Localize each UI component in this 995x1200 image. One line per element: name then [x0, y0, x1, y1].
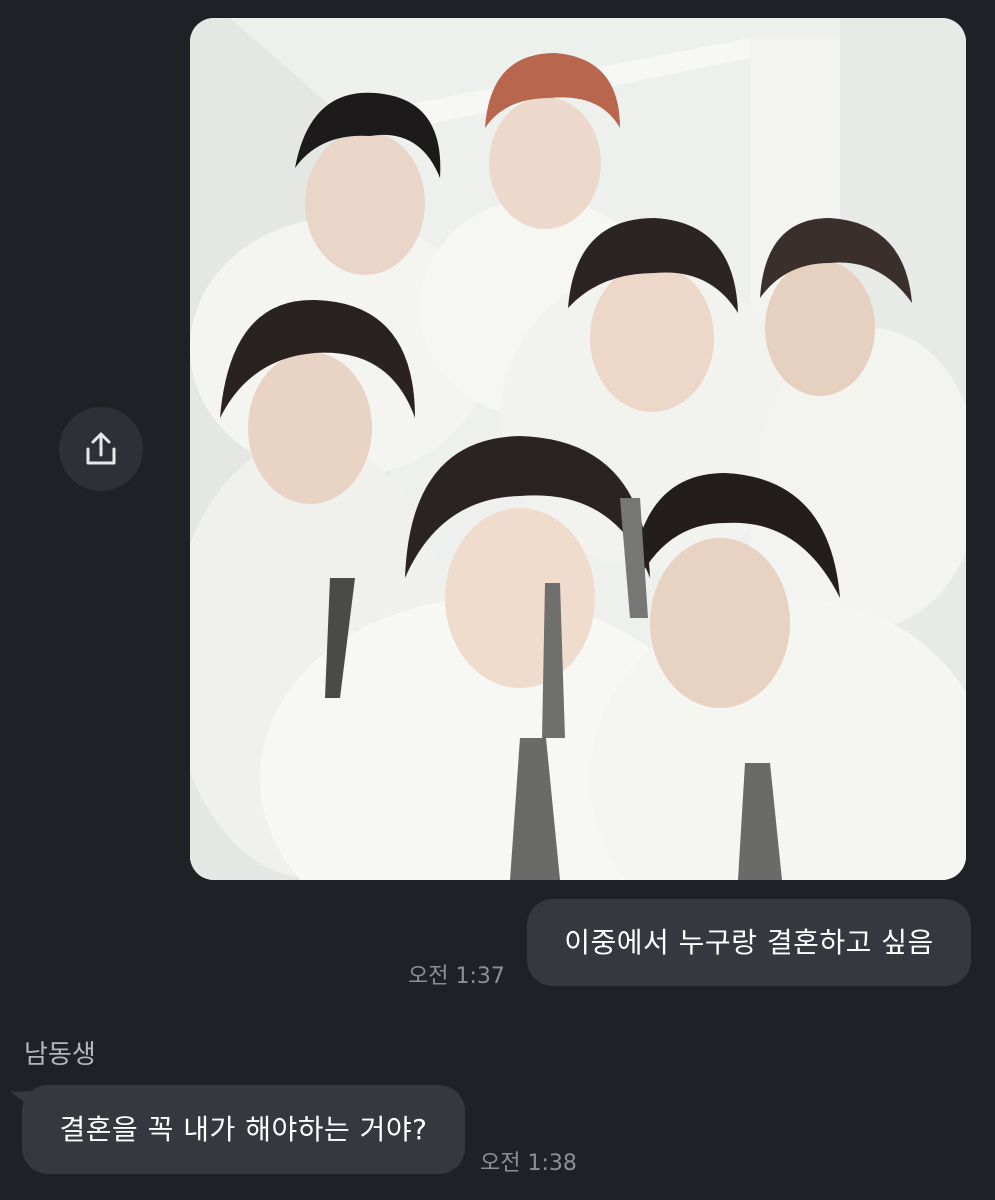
outgoing-message-text: 이중에서 누구랑 결혼하고 싶음 — [564, 926, 934, 959]
outgoing-message-bubble[interactable]: 이중에서 누구랑 결혼하고 싶음 — [527, 899, 971, 986]
incoming-message-text: 결혼을 꼭 내가 해야하는 거야? — [59, 1113, 428, 1146]
incoming-timestamp: 오전 1:38 — [480, 1151, 577, 1176]
outgoing-timestamp: 오전 1:37 — [408, 964, 505, 989]
incoming-message-bubble[interactable]: 결혼을 꼭 내가 해야하는 거야? — [22, 1085, 465, 1174]
sender-name: 남동생 — [24, 1040, 96, 1070]
share-icon — [86, 432, 116, 465]
share-button[interactable] — [59, 407, 143, 491]
group-photo-illustration — [190, 18, 966, 880]
chat-screen: 이중에서 누구랑 결혼하고 싶음 오전 1:37 남동생 결혼을 꼭 내가 해야… — [0, 0, 995, 1200]
shared-photo[interactable] — [190, 18, 966, 880]
